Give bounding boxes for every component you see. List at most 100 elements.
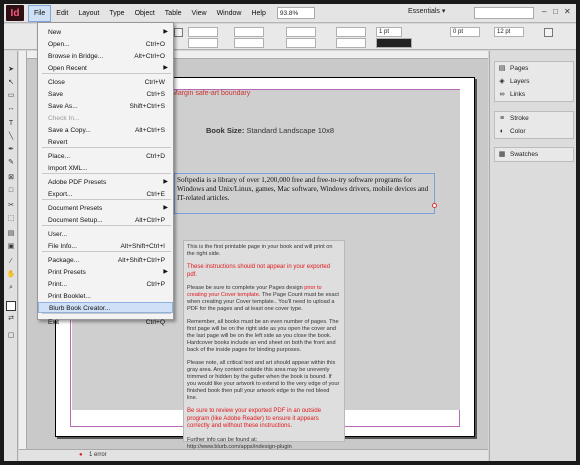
menu-object[interactable]: Object <box>130 5 160 22</box>
menu-item-label: File Info... <box>48 243 77 250</box>
hand-tool-icon[interactable]: ✋ <box>6 270 16 280</box>
menu-table[interactable]: Table <box>160 5 187 22</box>
panel-color[interactable]: ◐ Color <box>495 125 573 138</box>
x-position-field[interactable] <box>188 27 218 37</box>
submenu-arrow-icon: ▶ <box>163 269 168 275</box>
rotation-field[interactable] <box>336 27 366 37</box>
links-icon: ∞ <box>499 90 505 98</box>
width-field[interactable] <box>234 27 264 37</box>
search-input[interactable] <box>474 7 534 19</box>
indesign-window: Id File Edit Layout Type Object Table Vi… <box>4 4 576 461</box>
file-menu-item-new[interactable]: New ▶ <box>38 27 173 38</box>
instruction-text: Please note, all critical text and art s… <box>187 360 340 401</box>
stroke-weight-field[interactable]: 1 pt <box>376 27 402 37</box>
file-menu-item-export[interactable]: Export... Ctrl+E <box>38 189 173 200</box>
menu-item-label: Open Recent <box>48 65 87 72</box>
book-size-label: Book Size: <box>206 126 245 135</box>
fill-swatch-icon[interactable] <box>6 301 16 311</box>
menu-item-label: Check In... <box>48 115 80 122</box>
menu-item-shortcut: Alt+Ctrl+P <box>134 217 165 224</box>
page-tool-icon[interactable]: ▭ <box>6 91 16 101</box>
menu-item-label: Place... <box>48 153 70 160</box>
note-tool-icon[interactable]: ▣ <box>6 242 16 252</box>
shear-field[interactable] <box>336 38 366 48</box>
pencil-tool-icon[interactable]: ✎ <box>6 158 16 168</box>
file-menu-item-file-info[interactable]: File Info... Alt+Shift+Ctrl+I <box>38 241 173 252</box>
reference-point-icon[interactable] <box>174 28 183 37</box>
menu-view[interactable]: View <box>187 5 212 22</box>
fx-icon[interactable] <box>544 28 553 37</box>
instructions-frame[interactable]: This is the first printable page in your… <box>183 240 345 449</box>
panel-stroke[interactable]: ≡ Stroke <box>495 112 573 125</box>
file-menu-item-user[interactable]: User... <box>38 229 173 240</box>
file-menu-item-save-as[interactable]: Save As... Shift+Ctrl+S <box>38 101 173 112</box>
submenu-arrow-icon: ▶ <box>163 65 168 71</box>
file-menu-item-open-recent[interactable]: Open Recent ▶ <box>38 63 173 74</box>
minimize-icon[interactable]: – <box>542 7 546 16</box>
scissors-tool-icon[interactable]: ✂ <box>6 201 16 211</box>
menu-layout[interactable]: Layout <box>73 5 104 22</box>
zoom-field[interactable]: 93.8% <box>276 7 315 19</box>
free-transform-tool-icon[interactable]: ⬚ <box>6 214 16 224</box>
file-menu-item-document-setup[interactable]: Document Setup... Alt+Ctrl+P <box>38 215 173 226</box>
panel-links[interactable]: ∞ Links <box>495 88 573 101</box>
zoom-tool-icon[interactable]: ⌕ <box>6 283 16 293</box>
menu-type[interactable]: Type <box>104 5 129 22</box>
stroke-type-field[interactable] <box>376 38 412 48</box>
y-position-field[interactable] <box>188 38 218 48</box>
eyedropper-tool-icon[interactable]: ⁄ <box>6 257 16 267</box>
file-menu-item-print-booklet[interactable]: Print Booklet... <box>38 291 173 302</box>
swatches-icon: ▦ <box>498 150 506 158</box>
menu-window[interactable]: Window <box>212 5 247 22</box>
preflight-status[interactable]: 1 error <box>89 450 107 461</box>
maximize-icon[interactable]: □ <box>553 7 558 16</box>
file-menu-item-place[interactable]: Place... Ctrl+D <box>38 151 173 162</box>
rectangle-frame-tool-icon[interactable]: ⊠ <box>6 173 16 183</box>
pen-tool-icon[interactable]: ✒ <box>6 145 16 155</box>
view-mode-icon[interactable]: ▢ <box>6 331 16 341</box>
file-menu-item-print-presets[interactable]: Print Presets ▶ <box>38 267 173 278</box>
rectangle-tool-icon[interactable]: □ <box>6 186 16 196</box>
file-menu-item-close[interactable]: Close Ctrl+W <box>38 77 173 88</box>
file-menu-item-print[interactable]: Print... Ctrl+P <box>38 279 173 290</box>
menu-item-label: Export... <box>48 191 73 198</box>
gap-tool-icon[interactable]: ↔ <box>6 104 16 114</box>
stroke-color-group: ≡ Stroke ◐ Color <box>494 111 574 139</box>
workspace-switcher[interactable]: Essentials ▾ <box>408 7 445 15</box>
menu-item-shortcut: Shift+Ctrl+S <box>129 103 165 110</box>
menu-help[interactable]: Help <box>246 5 270 22</box>
menu-item-shortcut: Ctrl+D <box>146 153 165 160</box>
file-menu-item-adobe-pdf-presets[interactable]: Adobe PDF Presets ▶ <box>38 177 173 188</box>
panel-layers[interactable]: ◈ Layers <box>495 75 573 88</box>
close-icon[interactable]: ✕ <box>564 7 571 16</box>
selection-tool-icon[interactable]: ➤ <box>6 65 16 75</box>
file-menu-item-exit[interactable]: Exit Ctrl+Q <box>38 317 173 328</box>
font-size-field[interactable]: 12 pt <box>494 27 524 37</box>
file-menu-item-open[interactable]: Open... Ctrl+O <box>38 39 173 50</box>
file-menu-item-browse-in-bridge[interactable]: Browse in Bridge... Alt+Ctrl+O <box>38 51 173 62</box>
body-text-frame[interactable]: Softpedia is a library of over 1,200,000… <box>174 173 437 214</box>
x-offset-field[interactable]: 0 pt <box>450 27 480 37</box>
status-bar: ● 1 error <box>19 449 488 461</box>
file-menu-item-save[interactable]: Save Ctrl+S <box>38 89 173 100</box>
file-menu-item-save-a-copy[interactable]: Save a Copy... Alt+Ctrl+S <box>38 125 173 136</box>
workspace-arrow: ▾ <box>441 8 446 15</box>
out-port-handle[interactable] <box>432 203 437 208</box>
file-menu-item-package[interactable]: Package... Alt+Shift+Ctrl+P <box>38 255 173 266</box>
menu-file[interactable]: File <box>28 4 52 22</box>
type-tool-icon[interactable]: T <box>6 119 16 129</box>
height-field[interactable] <box>234 38 264 48</box>
line-tool-icon[interactable]: ╲ <box>6 132 16 142</box>
scale-y-field[interactable] <box>286 38 316 48</box>
direct-selection-tool-icon[interactable]: ↖ <box>6 78 16 88</box>
gradient-tool-icon[interactable]: ▤ <box>6 229 16 239</box>
panel-pages[interactable]: ▤ Pages <box>495 62 573 75</box>
panel-swatches[interactable]: ▦ Swatches <box>495 148 573 161</box>
file-menu-item-document-presets[interactable]: Document Presets ▶ <box>38 203 173 214</box>
file-menu-item-blurb-book-creator[interactable]: Blurb Book Creator... <box>38 302 173 313</box>
file-menu-item-import-xml[interactable]: Import XML... <box>38 163 173 174</box>
scale-x-field[interactable] <box>286 27 316 37</box>
swap-colors-icon[interactable]: ⇄ <box>6 314 16 324</box>
menu-edit[interactable]: Edit <box>51 5 73 22</box>
file-menu-item-revert[interactable]: Revert <box>38 137 173 148</box>
